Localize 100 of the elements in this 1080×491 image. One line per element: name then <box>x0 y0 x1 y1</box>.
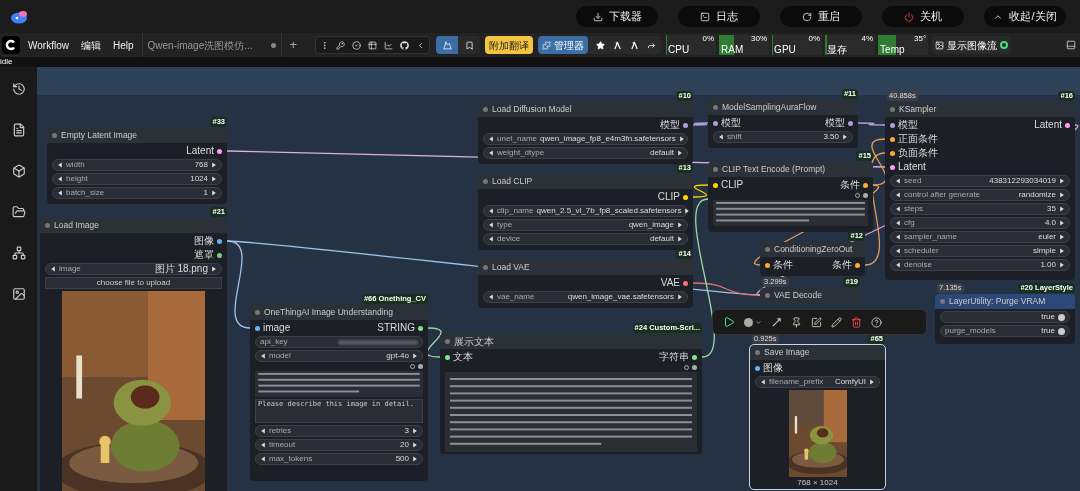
node-card[interactable]: ConditioningZeroOut 条件 条件 <box>760 242 865 276</box>
hierarchy-icon[interactable] <box>11 246 26 260</box>
decrement-arrow-icon[interactable] <box>488 294 494 300</box>
decrement-arrow-icon[interactable] <box>57 190 63 196</box>
decrement-arrow-icon[interactable] <box>760 379 766 385</box>
increment-arrow-icon[interactable] <box>677 236 683 242</box>
folder-icon[interactable] <box>11 205 26 219</box>
node-card[interactable]: CLIP Text Encode (Prompt) CLIP 条件 <box>708 162 873 232</box>
node-card[interactable]: VAE Decode <box>760 288 860 303</box>
value-widget[interactable]: cfg 4.0 <box>890 217 1070 229</box>
image-feed-button[interactable]: 显示图像流 <box>932 36 1012 54</box>
menu-item[interactable]: 编辑 <box>80 37 101 53</box>
star-icon[interactable] <box>596 40 606 50</box>
value-widget[interactable]: filename_prefix ComfyUI <box>755 376 880 388</box>
value-widget[interactable]: unet_name qwen_image_fp8_e4m3fn.safetensors <box>483 133 688 145</box>
value-widget[interactable]: weight_dtype default <box>483 147 688 159</box>
decrement-arrow-icon[interactable] <box>57 176 63 182</box>
value-widget[interactable]: width 768 <box>52 159 222 171</box>
header-button[interactable]: 下载器 <box>576 6 658 27</box>
decrement-arrow-icon[interactable] <box>488 150 494 156</box>
manager-button[interactable]: 管理器 <box>538 36 589 54</box>
value-widget[interactable]: steps 35 <box>890 203 1070 215</box>
menu-item[interactable]: Help <box>112 37 134 53</box>
value-widget[interactable]: vae_name qwen_image_vae.safetensors <box>483 291 688 303</box>
increment-arrow-icon[interactable] <box>677 150 683 156</box>
header-button[interactable]: 重启 <box>780 6 862 27</box>
decrement-arrow-icon[interactable] <box>895 206 901 212</box>
edit-icon[interactable] <box>811 316 822 328</box>
node-card[interactable]: Load Image 图像 遮罩 image 图片 18.png choose file to upload <box>40 218 227 491</box>
toggle-widget[interactable]: true <box>940 311 1070 323</box>
increment-arrow-icon[interactable] <box>412 428 418 434</box>
decrement-arrow-icon[interactable] <box>260 442 266 448</box>
node-card[interactable]: ModelSamplingAuraFlow 模型 模型 shift 3.50 <box>708 100 858 148</box>
increment-arrow-icon[interactable] <box>1059 206 1065 212</box>
node-card[interactable]: Load VAE VAE vae_name qwen_image_vae.safetensors <box>478 260 693 308</box>
value-widget[interactable]: control after generate randomize <box>890 189 1070 201</box>
value-widget[interactable]: max_tokens 500 <box>255 453 423 465</box>
lambda-icon[interactable] <box>613 40 623 50</box>
decrement-arrow-icon[interactable] <box>895 220 901 226</box>
decrement-arrow-icon[interactable] <box>50 266 56 272</box>
decrement-arrow-icon[interactable] <box>260 353 266 359</box>
document-icon[interactable] <box>11 123 26 137</box>
node-card[interactable]: Load Diffusion Model 模型 unet_name qwen_image_fp8_e4m3fn.safetensors weight_dtype default <box>478 102 693 164</box>
trash-icon[interactable] <box>851 316 862 328</box>
decrement-arrow-icon[interactable] <box>895 178 901 184</box>
value-widget[interactable]: batch_size 1 <box>52 187 222 199</box>
decrement-arrow-icon[interactable] <box>488 208 494 214</box>
increment-arrow-icon[interactable] <box>211 162 217 168</box>
chart-icon[interactable] <box>384 40 394 50</box>
help-icon[interactable] <box>871 316 882 328</box>
header-button[interactable]: 关机 <box>882 6 964 27</box>
increment-arrow-icon[interactable] <box>211 190 217 196</box>
history-icon[interactable] <box>11 82 26 96</box>
value-widget[interactable]: timeout 20 <box>255 439 423 451</box>
pencil-icon[interactable] <box>831 316 842 328</box>
node-card[interactable]: 展示文本 文本 字符串 <box>440 334 702 454</box>
increment-arrow-icon[interactable] <box>1059 248 1065 254</box>
pin-icon[interactable] <box>791 316 802 328</box>
value-widget[interactable]: seed 438312293034019 <box>890 175 1070 187</box>
api-key-field[interactable]: api_key <box>255 336 423 348</box>
table-icon[interactable] <box>368 40 378 50</box>
decrement-arrow-icon[interactable] <box>895 262 901 268</box>
new-tab-button[interactable]: + <box>289 35 298 55</box>
node-card[interactable]: LayerUtility: Purge VRAM true purge_models true <box>935 294 1075 344</box>
decrement-arrow-icon[interactable] <box>488 136 494 142</box>
increment-arrow-icon[interactable] <box>842 134 848 140</box>
upload-button[interactable]: choose file to upload <box>45 277 222 289</box>
value-widget[interactable]: scheduler simple <box>890 245 1070 257</box>
increment-arrow-icon[interactable] <box>412 456 418 462</box>
node-card[interactable]: Load CLIP CLIP clip_name qwen_2.5_vl_7b_fp8_scaled.safetensors type qwen_image device default <box>478 174 693 250</box>
increment-arrow-icon[interactable] <box>1059 220 1065 226</box>
check-circle-icon[interactable] <box>352 40 362 50</box>
increment-arrow-icon[interactable] <box>684 208 691 214</box>
app-logo-icon[interactable] <box>2 36 20 54</box>
decrement-arrow-icon[interactable] <box>488 222 494 228</box>
increment-arrow-icon[interactable] <box>1059 262 1065 268</box>
header-button[interactable]: 日志 <box>678 6 760 27</box>
menu-item[interactable]: Workflow <box>28 37 69 53</box>
chevron-down-icon[interactable] <box>755 318 762 326</box>
node-card[interactable]: Save Image 图像 filename_prefix ComfyUI 768 × 1024 <box>750 345 885 489</box>
value-widget[interactable]: retries 3 <box>255 425 423 437</box>
increment-arrow-icon[interactable] <box>678 136 685 142</box>
share-icon[interactable] <box>647 40 657 50</box>
increment-arrow-icon[interactable] <box>412 353 418 359</box>
value-widget[interactable]: type qwen_image <box>483 219 688 231</box>
value-widget[interactable]: denoise 1.00 <box>890 259 1070 271</box>
decrement-arrow-icon[interactable] <box>57 162 63 168</box>
github-icon[interactable] <box>400 40 410 50</box>
increment-arrow-icon[interactable] <box>869 379 875 385</box>
increment-arrow-icon[interactable] <box>211 266 217 272</box>
increment-arrow-icon[interactable] <box>1059 192 1065 198</box>
decrement-arrow-icon[interactable] <box>260 456 266 462</box>
decrement-arrow-icon[interactable] <box>895 234 901 240</box>
image-icon[interactable] <box>11 287 26 301</box>
node-card[interactable]: KSampler 模型 Latent 正面条件 负面条件 Latent seed 438312293034019 control after generate randomize steps 35 cfg 4.0 sampler_name euler scheduler simple denoise 1.00 <box>885 102 1075 280</box>
play-icon[interactable] <box>723 316 735 328</box>
header-button[interactable]: 收起/关闭 <box>984 6 1066 27</box>
value-widget[interactable]: model gpt-4o <box>255 350 423 362</box>
value-widget[interactable]: sampler_name euler <box>890 231 1070 243</box>
translate-button[interactable]: 附加翻译 <box>485 36 534 54</box>
